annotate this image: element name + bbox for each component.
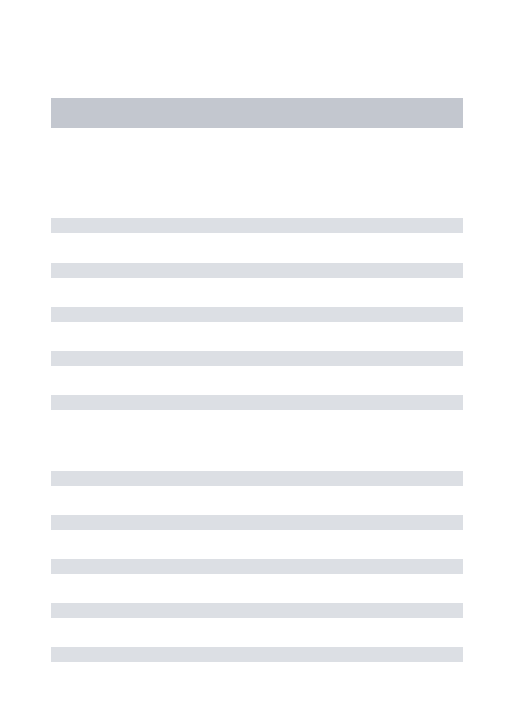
header-placeholder: [51, 98, 463, 128]
text-line-placeholder: [51, 351, 463, 366]
text-line-placeholder: [51, 603, 463, 618]
text-line-placeholder: [51, 471, 463, 486]
text-line-placeholder: [51, 559, 463, 574]
text-line-placeholder: [51, 263, 463, 278]
text-line-placeholder: [51, 395, 463, 410]
text-line-placeholder: [51, 647, 463, 662]
text-line-placeholder: [51, 515, 463, 530]
text-line-placeholder: [51, 307, 463, 322]
text-line-placeholder: [51, 218, 463, 233]
